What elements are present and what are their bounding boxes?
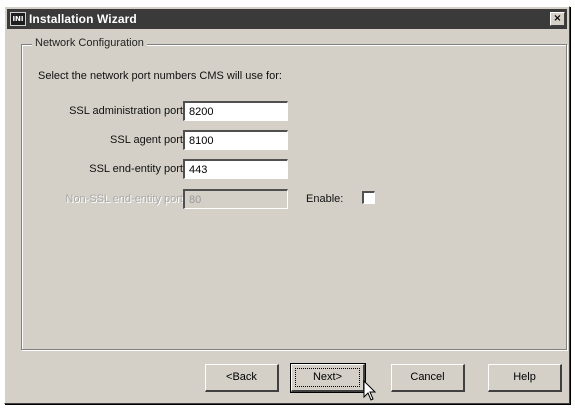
ssl-end-entity-port-input[interactable] — [183, 159, 288, 179]
next-button[interactable]: Next> — [290, 363, 366, 393]
close-icon: × — [553, 13, 562, 24]
focus-rectangle — [295, 368, 360, 387]
instruction-text: Select the network port numbers CMS will… — [38, 70, 282, 82]
non-ssl-end-entity-port-row: Non-SSL end-entity port Enable: — [0, 189, 575, 209]
help-button-label: Help — [513, 371, 536, 383]
ssl-end-entity-port-row: SSL end-entity port — [0, 159, 575, 179]
non-ssl-end-entity-port-label: Non-SSL end-entity port — [65, 193, 183, 205]
back-button-label: <Back — [226, 371, 257, 383]
ssl-agent-port-label: SSL agent port — [110, 134, 183, 146]
app-icon: INI — [10, 12, 26, 26]
ssl-admin-port-input[interactable] — [183, 101, 288, 121]
ssl-agent-port-input[interactable] — [183, 130, 288, 150]
group-legend: Network Configuration — [32, 37, 147, 49]
enable-checkbox[interactable] — [362, 191, 375, 204]
ssl-admin-port-label: SSL administration port — [69, 105, 183, 117]
help-button[interactable]: Help — [488, 364, 562, 392]
close-button[interactable]: × — [550, 12, 565, 26]
window-title: Installation Wizard — [29, 12, 137, 26]
enable-label: Enable: — [306, 193, 344, 205]
cancel-button-label: Cancel — [410, 371, 445, 383]
cancel-button[interactable]: Cancel — [391, 364, 465, 392]
mouse-pointer-icon — [363, 380, 377, 401]
ssl-end-entity-port-label: SSL end-entity port — [89, 163, 183, 175]
back-button[interactable]: <Back — [205, 364, 279, 392]
ssl-agent-port-row: SSL agent port — [0, 130, 575, 150]
non-ssl-end-entity-port-input — [183, 189, 288, 209]
title-bar[interactable]: INI Installation Wizard × — [7, 9, 567, 29]
ssl-admin-port-row: SSL administration port — [0, 101, 575, 121]
